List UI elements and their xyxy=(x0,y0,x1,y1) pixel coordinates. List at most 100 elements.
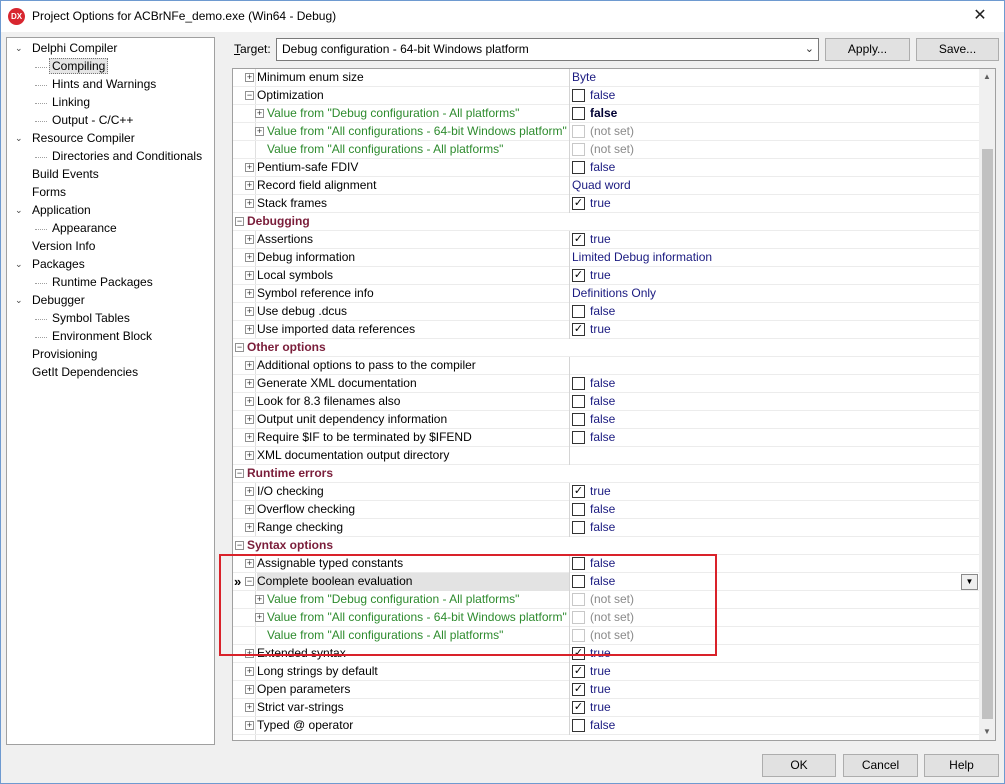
checkbox-unchecked[interactable] xyxy=(572,377,585,390)
grid-row[interactable]: + Use imported data references ✓ true xyxy=(233,321,979,339)
expand-icon[interactable]: + xyxy=(245,235,254,244)
checkbox-unchecked[interactable] xyxy=(572,521,585,534)
grid-row[interactable]: + Debug information Limited Debug informat… xyxy=(233,249,979,267)
grid-row[interactable]: + Strict var-strings ✓ true xyxy=(233,699,979,717)
tree-item[interactable]: Build Events xyxy=(29,166,102,183)
expand-icon[interactable]: + xyxy=(245,361,254,370)
tree-item[interactable]: Runtime Packages xyxy=(49,274,156,291)
tree-item[interactable]: Directories and Conditionals xyxy=(49,148,205,165)
expand-icon[interactable]: + xyxy=(245,487,254,496)
tree-item[interactable]: Linking xyxy=(49,94,93,111)
collapse-icon[interactable]: − xyxy=(235,343,244,352)
checkbox-checked[interactable]: ✓ xyxy=(572,233,585,246)
chevron-down-icon[interactable]: ⌄ xyxy=(15,202,25,219)
grid-row[interactable]: + Additional options to pass to the compi… xyxy=(233,357,979,375)
grid-row[interactable]: + Overflow checking false xyxy=(233,501,979,519)
checkbox-checked[interactable]: ✓ xyxy=(572,683,585,696)
cancel-button[interactable]: Cancel xyxy=(843,754,918,777)
expand-icon[interactable]: + xyxy=(255,109,264,118)
expand-icon[interactable]: + xyxy=(245,73,254,82)
tree-item[interactable]: GetIt Dependencies xyxy=(29,364,141,381)
checkbox-unchecked[interactable] xyxy=(572,719,585,732)
grid-inherited-row[interactable]: + Value from "All configurations - 64-bit… xyxy=(233,123,979,141)
grid-category-row[interactable]: − Debugging xyxy=(233,213,979,231)
chevron-down-icon[interactable]: ⌄ xyxy=(15,256,25,273)
apply-button[interactable]: Apply... xyxy=(825,38,910,61)
help-button[interactable]: Help xyxy=(924,754,999,777)
tree-item[interactable]: Appearance xyxy=(49,220,120,237)
checkbox-unchecked[interactable] xyxy=(572,503,585,516)
grid-row[interactable]: − Optimization false xyxy=(233,87,979,105)
checkbox-unchecked[interactable] xyxy=(572,143,585,156)
expand-icon[interactable]: + xyxy=(245,721,254,730)
collapse-icon[interactable]: − xyxy=(235,541,244,550)
vertical-scrollbar[interactable]: ▲ ▼ xyxy=(979,69,995,740)
chevron-down-icon[interactable]: ⌄ xyxy=(15,130,25,147)
grid-row[interactable]: + Stack frames ✓ true xyxy=(233,195,979,213)
collapse-icon[interactable]: − xyxy=(235,217,244,226)
expand-icon[interactable]: + xyxy=(245,451,254,460)
checkbox-unchecked[interactable] xyxy=(572,431,585,444)
grid-category-row[interactable]: − Other options xyxy=(233,339,979,357)
checkbox-unchecked[interactable] xyxy=(572,305,585,318)
expand-icon[interactable]: + xyxy=(245,163,254,172)
checkbox-unchecked[interactable] xyxy=(572,107,585,120)
grid-row[interactable]: + Long strings by default ✓ true xyxy=(233,663,979,681)
checkbox-checked[interactable]: ✓ xyxy=(572,485,585,498)
tree-item[interactable]: ⌄ Application xyxy=(15,202,94,219)
checkbox-unchecked[interactable] xyxy=(572,161,585,174)
grid-category-row[interactable]: − Syntax options xyxy=(233,537,979,555)
checkbox-unchecked[interactable] xyxy=(572,89,585,102)
expand-icon[interactable]: + xyxy=(245,379,254,388)
tree-item[interactable]: Forms xyxy=(29,184,69,201)
expand-icon[interactable]: + xyxy=(245,181,254,190)
expand-icon[interactable]: + xyxy=(245,289,254,298)
scroll-down-icon[interactable]: ▼ xyxy=(979,724,995,740)
expand-icon[interactable]: + xyxy=(245,397,254,406)
tree-item[interactable]: Hints and Warnings xyxy=(49,76,159,93)
tree-item[interactable]: Environment Block xyxy=(49,328,155,345)
expand-icon[interactable]: + xyxy=(245,523,254,532)
grid-row[interactable]: + Minimum enum size Byte xyxy=(233,69,979,87)
close-icon[interactable]: ✕ xyxy=(960,3,1000,29)
grid-row[interactable]: + XML documentation output directory xyxy=(233,447,979,465)
grid-row[interactable]: + Record field alignment Quad word xyxy=(233,177,979,195)
scroll-up-icon[interactable]: ▲ xyxy=(979,69,995,85)
grid-row[interactable]: + Pentium-safe FDIV false xyxy=(233,159,979,177)
checkbox-unchecked[interactable] xyxy=(572,395,585,408)
option-value[interactable]: Limited Debug information xyxy=(572,249,712,267)
grid-category-row[interactable]: − Runtime errors xyxy=(233,465,979,483)
tree-item[interactable]: ⌄ Resource Compiler xyxy=(15,130,138,147)
expand-icon[interactable]: + xyxy=(255,127,264,136)
checkbox-checked[interactable]: ✓ xyxy=(572,197,585,210)
expand-icon[interactable]: + xyxy=(245,415,254,424)
save-button[interactable]: Save... xyxy=(916,38,999,61)
grid-row[interactable]: + Assertions ✓ true xyxy=(233,231,979,249)
tree-item[interactable]: Version Info xyxy=(29,238,98,255)
expand-icon[interactable]: + xyxy=(245,199,254,208)
grid-row[interactable]: + I/O checking ✓ true xyxy=(233,483,979,501)
tree-item[interactable]: Output - C/C++ xyxy=(49,112,136,129)
checkbox-checked[interactable]: ✓ xyxy=(572,323,585,336)
checkbox-checked[interactable]: ✓ xyxy=(572,665,585,678)
tree-item[interactable]: ⌄ Packages xyxy=(15,256,88,273)
checkbox-checked[interactable]: ✓ xyxy=(572,701,585,714)
chevron-down-icon[interactable]: ⌄ xyxy=(15,40,25,57)
collapse-icon[interactable]: − xyxy=(245,91,254,100)
grid-row[interactable]: + Require $IF to be terminated by $IFEND f… xyxy=(233,429,979,447)
option-value[interactable]: Quad word xyxy=(572,177,631,195)
grid-row[interactable]: + Generate XML documentation false xyxy=(233,375,979,393)
checkbox-unchecked[interactable] xyxy=(572,125,585,138)
tree-item[interactable]: ⌄ Delphi Compiler xyxy=(15,40,120,57)
grid-row[interactable]: + Range checking false xyxy=(233,519,979,537)
grid-row[interactable]: + Use debug .dcus false xyxy=(233,303,979,321)
grid-row[interactable]: + Open parameters ✓ true xyxy=(233,681,979,699)
grid-row[interactable]: + Output unit dependency information false xyxy=(233,411,979,429)
checkbox-checked[interactable]: ✓ xyxy=(572,269,585,282)
tree-item[interactable]: Compiling xyxy=(49,58,109,75)
grid-row[interactable]: + Local symbols ✓ true xyxy=(233,267,979,285)
expand-icon[interactable]: + xyxy=(245,505,254,514)
grid-row[interactable]: + Typed @ operator false xyxy=(233,717,979,735)
chevron-down-icon[interactable]: ⌄ xyxy=(15,292,25,309)
ok-button[interactable]: OK xyxy=(762,754,836,777)
